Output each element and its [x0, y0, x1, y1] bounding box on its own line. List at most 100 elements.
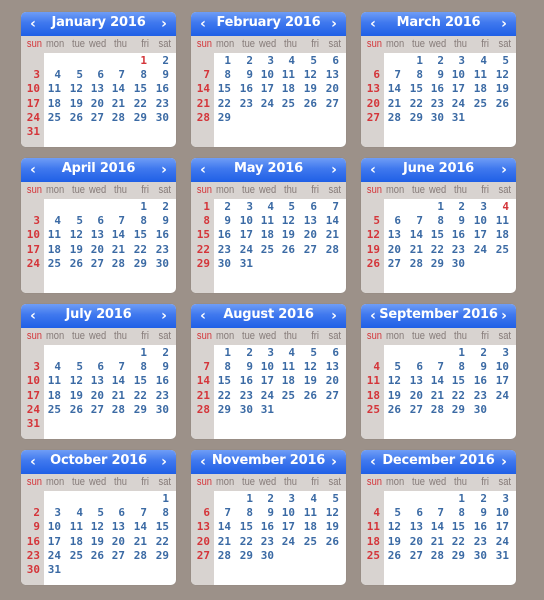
- day-cell[interactable]: 4: [277, 54, 295, 68]
- day-cell[interactable]: 31: [491, 549, 509, 563]
- day-cell[interactable]: 7: [107, 360, 125, 374]
- day-cell[interactable]: 1: [426, 200, 444, 214]
- day-cell[interactable]: 25: [362, 403, 380, 417]
- day-cell[interactable]: 14: [192, 82, 210, 96]
- day-cell[interactable]: 18: [65, 535, 83, 549]
- day-cell[interactable]: 28: [383, 111, 401, 125]
- day-cell[interactable]: 3: [43, 506, 61, 520]
- day-cell[interactable]: 7: [426, 360, 444, 374]
- day-cell[interactable]: 15: [447, 520, 465, 534]
- day-cell[interactable]: 15: [405, 82, 423, 96]
- day-cell[interactable]: 21: [107, 389, 125, 403]
- day-cell[interactable]: 14: [426, 374, 444, 388]
- day-cell[interactable]: 27: [321, 97, 339, 111]
- day-cell[interactable]: 18: [469, 82, 487, 96]
- day-cell[interactable]: 26: [65, 403, 83, 417]
- day-cell[interactable]: 14: [107, 82, 125, 96]
- day-cell[interactable]: 6: [321, 346, 339, 360]
- day-cell[interactable]: 28: [321, 243, 339, 257]
- day-cell[interactable]: 5: [383, 360, 401, 374]
- day-cell[interactable]: 17: [256, 82, 274, 96]
- day-cell[interactable]: 14: [107, 374, 125, 388]
- day-cell[interactable]: 20: [405, 389, 423, 403]
- day-cell[interactable]: 14: [213, 520, 231, 534]
- day-cell[interactable]: 17: [43, 535, 61, 549]
- day-cell[interactable]: 15: [129, 374, 147, 388]
- day-cell[interactable]: 4: [277, 346, 295, 360]
- day-cell[interactable]: 8: [447, 506, 465, 520]
- chevron-right-icon[interactable]: ›: [326, 160, 342, 180]
- day-cell[interactable]: 10: [256, 68, 274, 82]
- day-cell[interactable]: 26: [362, 257, 380, 271]
- day-cell[interactable]: 25: [43, 111, 61, 125]
- day-cell[interactable]: 16: [213, 228, 231, 242]
- chevron-right-icon[interactable]: ›: [156, 306, 172, 326]
- day-cell[interactable]: 2: [151, 54, 169, 68]
- day-cell[interactable]: 1: [447, 346, 465, 360]
- day-cell[interactable]: 17: [256, 374, 274, 388]
- day-cell[interactable]: 9: [235, 68, 253, 82]
- day-cell[interactable]: 31: [256, 403, 274, 417]
- day-cell[interactable]: 22: [151, 535, 169, 549]
- day-cell[interactable]: 22: [213, 97, 231, 111]
- day-cell[interactable]: 17: [22, 243, 40, 257]
- day-cell[interactable]: 30: [469, 403, 487, 417]
- day-cell[interactable]: 9: [256, 506, 274, 520]
- day-cell[interactable]: 17: [469, 228, 487, 242]
- day-cell[interactable]: 3: [256, 54, 274, 68]
- day-cell[interactable]: 20: [321, 374, 339, 388]
- day-cell[interactable]: 3: [469, 200, 487, 214]
- day-cell[interactable]: 6: [86, 214, 104, 228]
- day-cell[interactable]: 20: [86, 243, 104, 257]
- day-cell[interactable]: 15: [213, 374, 231, 388]
- day-cell[interactable]: 19: [383, 389, 401, 403]
- day-cell[interactable]: 7: [129, 506, 147, 520]
- day-cell[interactable]: 8: [213, 360, 231, 374]
- day-cell[interactable]: 16: [151, 228, 169, 242]
- day-cell[interactable]: 16: [426, 82, 444, 96]
- day-cell[interactable]: 16: [151, 374, 169, 388]
- day-cell[interactable]: 31: [235, 257, 253, 271]
- day-cell[interactable]: 2: [235, 346, 253, 360]
- day-cell[interactable]: 21: [107, 243, 125, 257]
- day-cell[interactable]: 18: [362, 389, 380, 403]
- day-cell[interactable]: 22: [192, 243, 210, 257]
- day-cell[interactable]: 17: [277, 520, 295, 534]
- day-cell[interactable]: 19: [383, 535, 401, 549]
- day-cell[interactable]: 18: [43, 97, 61, 111]
- day-cell[interactable]: 23: [469, 389, 487, 403]
- day-cell[interactable]: 5: [299, 54, 317, 68]
- day-cell[interactable]: 26: [321, 535, 339, 549]
- day-cell[interactable]: 21: [192, 389, 210, 403]
- day-cell[interactable]: 12: [65, 82, 83, 96]
- day-cell[interactable]: 20: [362, 97, 380, 111]
- day-cell[interactable]: 22: [447, 535, 465, 549]
- day-cell[interactable]: 27: [383, 257, 401, 271]
- day-cell[interactable]: 15: [151, 520, 169, 534]
- day-cell[interactable]: 19: [491, 82, 509, 96]
- day-cell[interactable]: 2: [469, 346, 487, 360]
- day-cell[interactable]: 15: [235, 520, 253, 534]
- day-cell[interactable]: 29: [235, 549, 253, 563]
- day-cell[interactable]: 17: [491, 520, 509, 534]
- day-cell[interactable]: 23: [426, 97, 444, 111]
- day-cell[interactable]: 9: [213, 214, 231, 228]
- day-cell[interactable]: 8: [129, 214, 147, 228]
- day-cell[interactable]: 19: [65, 389, 83, 403]
- day-cell[interactable]: 28: [107, 403, 125, 417]
- day-cell[interactable]: 12: [321, 506, 339, 520]
- day-cell[interactable]: 8: [405, 68, 423, 82]
- chevron-right-icon[interactable]: ›: [496, 160, 512, 180]
- day-cell[interactable]: 27: [321, 389, 339, 403]
- day-cell[interactable]: 23: [151, 97, 169, 111]
- day-cell[interactable]: 22: [213, 389, 231, 403]
- day-cell[interactable]: 13: [321, 360, 339, 374]
- day-cell[interactable]: 16: [469, 520, 487, 534]
- day-cell[interactable]: 18: [491, 228, 509, 242]
- day-cell[interactable]: 7: [192, 68, 210, 82]
- day-cell[interactable]: 28: [107, 111, 125, 125]
- day-cell[interactable]: 29: [129, 257, 147, 271]
- day-cell[interactable]: 20: [321, 82, 339, 96]
- day-cell[interactable]: 26: [65, 111, 83, 125]
- day-cell[interactable]: 2: [151, 200, 169, 214]
